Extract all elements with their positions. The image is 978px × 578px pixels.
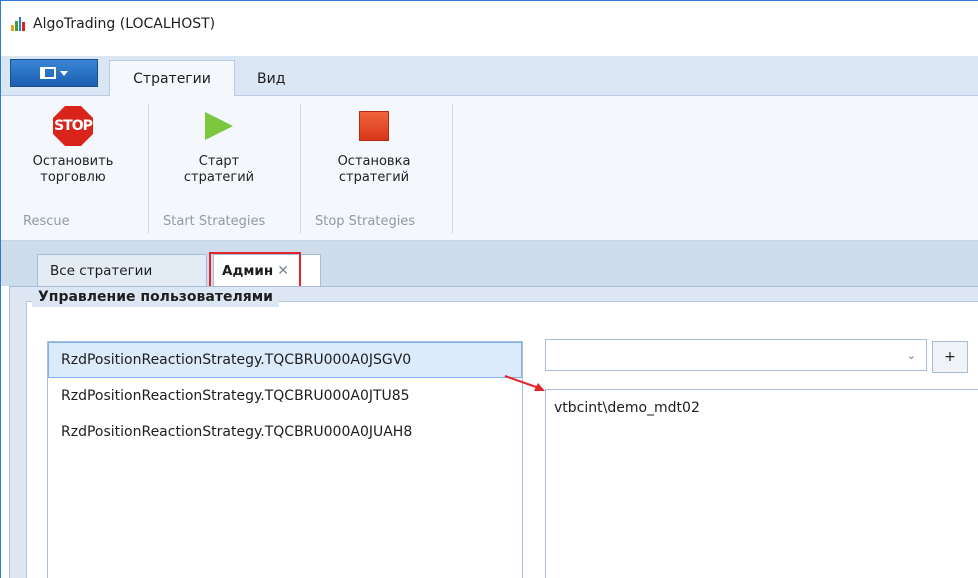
start-strategies-label-line2: стратегий	[183, 170, 255, 185]
start-strategies-label-line1: Старт	[198, 154, 240, 169]
stop-strategies-label-line1: Остановка	[337, 154, 411, 169]
tab-all-strategies-label: Все стратегии	[50, 262, 153, 279]
ribbon-tab-view[interactable]: Вид	[247, 60, 295, 97]
stop-sign-icon: STOP	[53, 106, 93, 146]
list-item[interactable]: RzdPositionReactionStrategy.TQCBRU000A0J…	[48, 342, 522, 378]
user-management-title: Управление пользователями	[32, 287, 279, 307]
chevron-down-icon: ⌄	[906, 349, 916, 362]
ribbon-tab-row: Стратегии Вид	[1, 56, 978, 97]
play-icon	[199, 106, 239, 146]
stop-trading-button[interactable]: STOP Остановить торговлю	[21, 106, 125, 186]
ribbon-group-start-strategies: Старт стратегий Start Strategies	[149, 96, 301, 238]
user-list[interactable]: vtbcint\demo_mdt02	[545, 389, 978, 578]
app-logo-icon	[11, 16, 25, 31]
tab-admin-label: Админ	[222, 262, 274, 279]
stop-strategies-label-line2: стратегий	[338, 170, 410, 185]
application-menu-button[interactable]	[10, 59, 98, 87]
title-bar: AlgoTrading (LOCALHOST)	[1, 1, 978, 46]
window-title: AlgoTrading (LOCALHOST)	[33, 15, 216, 32]
group-label-rescue: Rescue	[23, 214, 70, 229]
user-combobox[interactable]: ⌄	[545, 339, 927, 371]
tab-all-strategies[interactable]: Все стратегии	[37, 254, 207, 286]
list-item[interactable]: RzdPositionReactionStrategy.TQCBRU000A0J…	[48, 414, 522, 450]
close-icon[interactable]: ✕	[277, 263, 289, 279]
strategy-list[interactable]: RzdPositionReactionStrategy.TQCBRU000A0J…	[47, 341, 523, 578]
list-item[interactable]: vtbcint\demo_mdt02	[546, 390, 978, 426]
document-tab-strip: Все стратегии Админ ✕	[1, 241, 978, 286]
add-user-button[interactable]: +	[932, 341, 968, 373]
chevron-down-icon	[60, 70, 68, 76]
group-label-stop-strategies: Stop Strategies	[315, 214, 416, 229]
stop-strategies-button[interactable]: Остановка стратегий	[319, 106, 429, 186]
group-separator	[452, 104, 453, 234]
app-window: AlgoTrading (LOCALHOST) Стратегии Вид ST…	[0, 0, 978, 578]
stop-trading-label-line2: торговлю	[40, 170, 106, 185]
ribbon-group-rescue: STOP Остановить торговлю Rescue	[1, 96, 149, 238]
start-strategies-button[interactable]: Старт стратегий	[169, 106, 269, 186]
menu-icon	[40, 67, 56, 79]
list-item[interactable]: RzdPositionReactionStrategy.TQCBRU000A0J…	[48, 378, 522, 414]
tab-admin[interactable]: Админ ✕	[213, 254, 321, 286]
ribbon-group-stop-strategies: Остановка стратегий Stop Strategies	[301, 96, 453, 238]
red-arrow-annotation	[504, 375, 545, 391]
ribbon: STOP Остановить торговлю Rescue Старт ст…	[1, 96, 978, 241]
stop-trading-label-line1: Остановить	[32, 154, 114, 169]
ribbon-tab-strategies[interactable]: Стратегии	[109, 60, 235, 97]
group-label-start-strategies: Start Strategies	[163, 214, 266, 229]
stop-square-icon	[354, 106, 394, 146]
